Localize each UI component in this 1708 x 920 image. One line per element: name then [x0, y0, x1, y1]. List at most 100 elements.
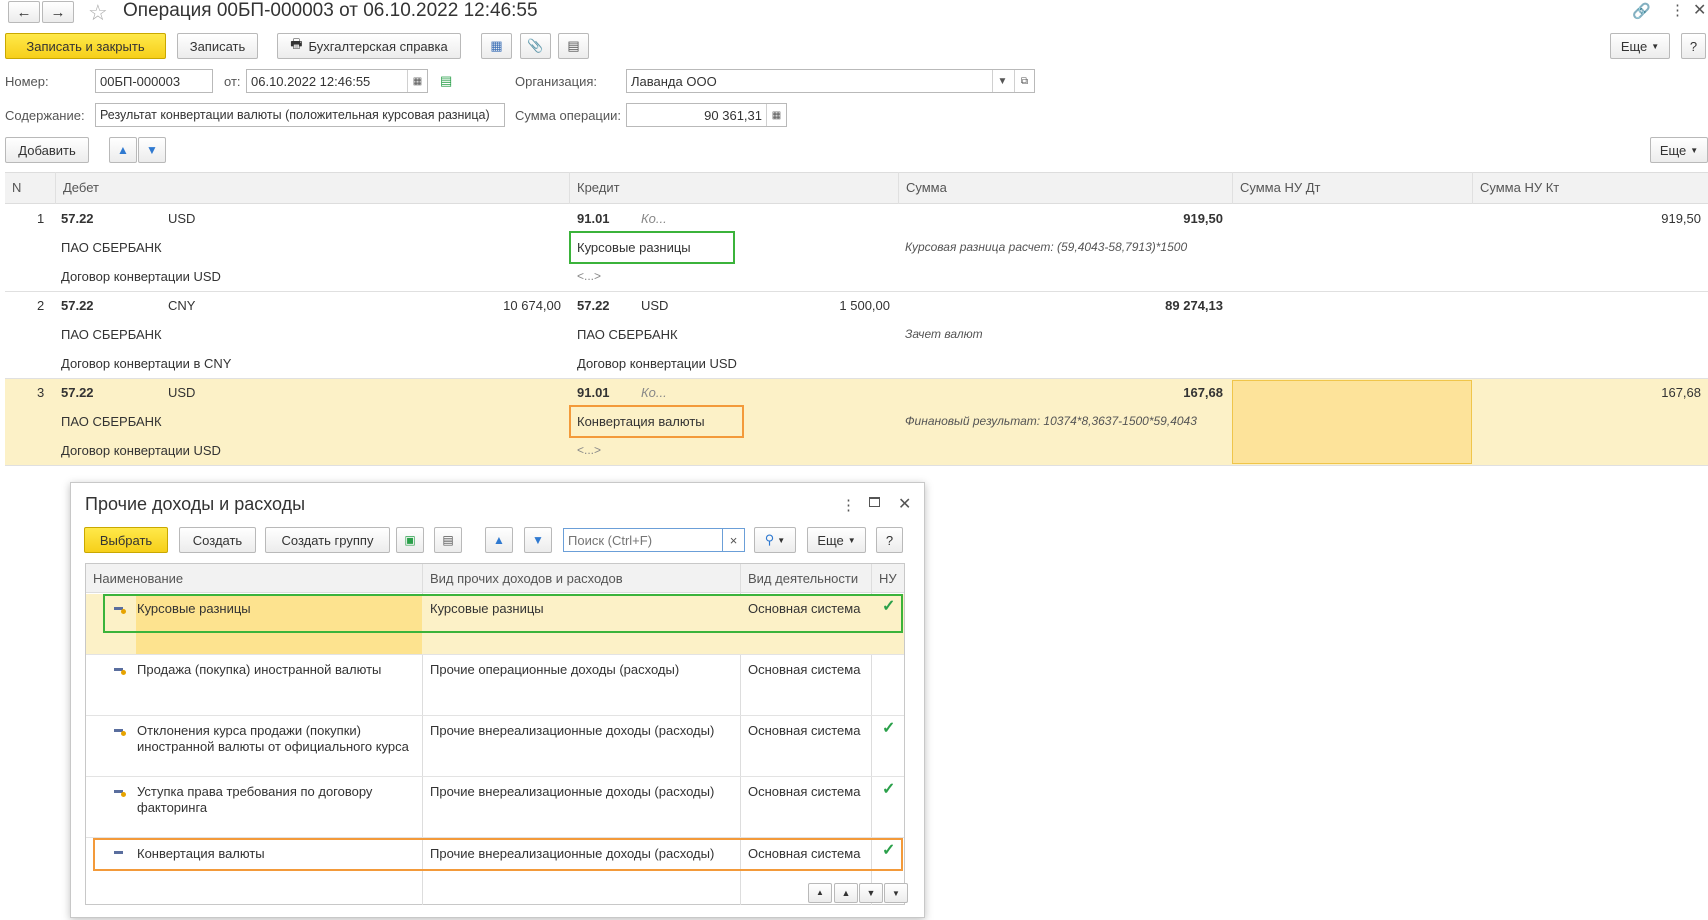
structure-button[interactable]: ▦: [481, 33, 512, 59]
save-button[interactable]: Записать: [177, 33, 258, 59]
date-check-icon[interactable]: ▤: [440, 73, 452, 89]
forward-button[interactable]: →: [42, 1, 74, 23]
window-title: Операция 00БП-000003 от 06.10.2022 12:46…: [123, 0, 538, 21]
more-label: Еще: [1620, 38, 1648, 54]
document-button[interactable]: ▤: [558, 33, 589, 59]
move-down-button[interactable]: ▼: [138, 137, 166, 163]
dropdown-icon[interactable]: ▼: [992, 70, 1012, 92]
more-button[interactable]: Еще ▼: [1610, 33, 1670, 59]
save-and-close-button[interactable]: Записать и закрыть: [5, 33, 166, 59]
row-number: 3: [37, 385, 45, 400]
scroll-bottom-button[interactable]: ▼: [884, 883, 908, 903]
copy-button[interactable]: ▣: [396, 527, 424, 553]
row-3-nu-dt-cell[interactable]: [1232, 380, 1472, 464]
printer-icon: 🖶: [290, 36, 303, 51]
item-activity: Основная система: [748, 723, 861, 738]
search-clear-button[interactable]: ×: [722, 528, 745, 552]
credit-amount: 1 500,00: [839, 298, 890, 313]
create-group-button[interactable]: Создать группу: [265, 527, 390, 553]
highlight-green-row: [103, 594, 903, 633]
credit-subconto-2: <...>: [577, 443, 602, 457]
double-down-icon: ▼: [892, 888, 900, 898]
scroll-top-button[interactable]: ▲: [808, 883, 832, 903]
sum-nu-kt: 919,50: [1661, 211, 1701, 226]
col-credit[interactable]: Кредит: [569, 172, 898, 204]
help-button[interactable]: ?: [1681, 33, 1706, 59]
popup-help-button[interactable]: ?: [876, 527, 903, 553]
operation-sum-field[interactable]: 90 361,31 ▦: [626, 103, 787, 127]
col-nu[interactable]: НУ: [879, 571, 897, 587]
operation-sum-label: Сумма операции:: [515, 108, 621, 123]
more-vertical-icon[interactable]: ⋮: [1670, 1, 1685, 19]
scroll-up-button[interactable]: ▲: [834, 883, 858, 903]
debit-subconto-1: ПАО СБЕРБАНК: [61, 327, 162, 342]
item-name: Продажа (покупка) иностранной валюты: [137, 662, 382, 677]
highlight-orange-row: [93, 838, 903, 871]
col-sum[interactable]: Сумма: [898, 172, 1232, 204]
close-icon[interactable]: ✕: [898, 494, 911, 514]
attach-button[interactable]: 📎: [520, 33, 551, 59]
debit-currency: USD: [168, 211, 196, 226]
debit-subconto-2: Договор конвертации в CNY: [61, 356, 232, 371]
sum-nu-kt: 167,68: [1661, 385, 1701, 400]
search-input[interactable]: [563, 528, 723, 552]
scroll-down-button[interactable]: ▼: [859, 883, 883, 903]
popup-more-label: Еще: [817, 532, 844, 548]
maximize-icon[interactable]: [869, 497, 880, 507]
move-up-button[interactable]: ▲: [485, 527, 513, 553]
date-value: 06.10.2022 12:46:55: [251, 73, 371, 89]
credit-account: 91.01: [577, 211, 610, 226]
col-sum-nu-dt[interactable]: Сумма НУ Дт: [1232, 172, 1472, 204]
accounting-note-button[interactable]: 🖶 Бухгалтерская справка: [277, 33, 461, 59]
chevron-down-icon: ▼: [777, 535, 786, 545]
organization-field[interactable]: Лаванда ООО ▼ ⧉: [626, 69, 1035, 93]
down-icon: ▼: [866, 888, 876, 898]
calculator-icon[interactable]: ▦: [766, 104, 786, 126]
col-activity[interactable]: Вид деятельности: [748, 571, 858, 587]
table-more-button[interactable]: Еще ▼: [1650, 137, 1708, 163]
item-activity: Основная система: [748, 784, 861, 799]
item-icon: [114, 665, 126, 675]
debit-account: 57.22: [61, 298, 94, 313]
document-list-icon: ▤: [567, 38, 580, 53]
content-field[interactable]: Результат конвертации валюты (положитель…: [95, 103, 505, 127]
number-field[interactable]: 00БП-000003: [95, 69, 213, 93]
arrow-up-icon: ▲: [493, 533, 505, 547]
more-vertical-icon[interactable]: ⋮: [841, 496, 856, 514]
sum-note: Зачет валют: [905, 327, 983, 341]
table-more-label: Еще: [1659, 142, 1687, 158]
add-row-button[interactable]: Добавить: [5, 137, 89, 163]
sum-value: 89 274,13: [1165, 298, 1223, 313]
row-number: 2: [37, 298, 45, 313]
link-icon[interactable]: 🔗: [1632, 2, 1651, 20]
open-icon[interactable]: ⧉: [1014, 70, 1034, 92]
close-icon[interactable]: ✕: [1693, 0, 1706, 20]
row-number: 1: [37, 211, 45, 226]
credit-subconto-2: Договор конвертации USD: [577, 356, 737, 371]
back-button[interactable]: ←: [8, 1, 40, 23]
col-debit[interactable]: Дебет: [55, 172, 569, 204]
search-button[interactable]: ⚲ ▼: [754, 527, 796, 553]
item-name: Уступка права требования по договору фак…: [137, 784, 373, 815]
popup-more-button[interactable]: Еще ▼: [807, 527, 866, 553]
list-button[interactable]: ▤: [434, 527, 462, 553]
debit-amount: 10 674,00: [503, 298, 561, 313]
chevron-down-icon: ▼: [1690, 145, 1699, 155]
dialog-title: Прочие доходы и расходы: [85, 494, 306, 514]
number-label: Номер:: [5, 74, 49, 89]
col-kind[interactable]: Вид прочих доходов и расходов: [430, 571, 623, 587]
col-sum-nu-kt[interactable]: Сумма НУ Кт: [1472, 172, 1708, 204]
select-button[interactable]: Выбрать: [84, 527, 168, 553]
favorite-star-icon[interactable]: ☆: [88, 0, 108, 26]
move-down-button[interactable]: ▼: [524, 527, 552, 553]
item-name: Отклонения курса продажи (покупки) иност…: [137, 723, 409, 754]
checkmark-icon: ✓: [882, 720, 896, 737]
col-name[interactable]: Наименование: [93, 571, 183, 587]
move-up-button[interactable]: ▲: [109, 137, 137, 163]
col-n[interactable]: N: [5, 172, 55, 204]
highlight-green-credit: [569, 231, 735, 264]
up-icon: ▲: [841, 888, 851, 898]
date-field[interactable]: 06.10.2022 12:46:55 ▦: [246, 69, 428, 93]
calendar-icon[interactable]: ▦: [407, 70, 427, 92]
create-button[interactable]: Создать: [179, 527, 256, 553]
